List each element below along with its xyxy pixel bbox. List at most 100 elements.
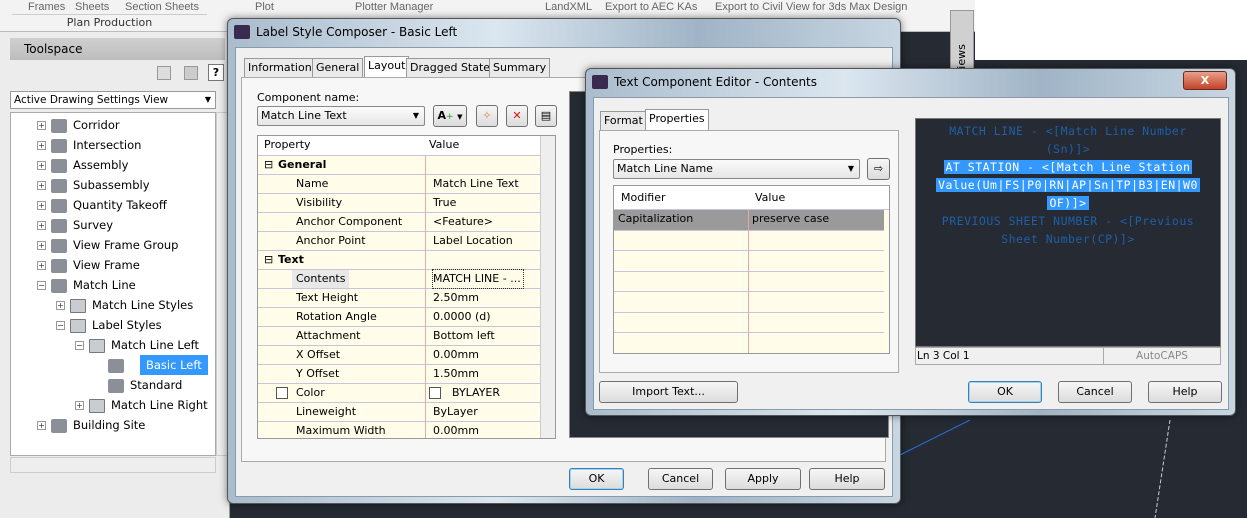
expand-toggle-icon[interactable]: + bbox=[37, 181, 46, 190]
ribbon-plotter-manager[interactable]: Plotter Manager bbox=[355, 1, 433, 13]
ribbon-landxml[interactable]: LandXML bbox=[545, 1, 592, 13]
property-row[interactable]: Contents MATCH LINE - ... bbox=[258, 269, 540, 289]
grid-scrollbar[interactable] bbox=[540, 136, 555, 438]
ribbon-plot[interactable]: Plot bbox=[255, 1, 274, 13]
expand-toggle-icon[interactable]: − bbox=[56, 321, 65, 330]
tree-item[interactable]: Standard bbox=[108, 375, 182, 395]
component-name-select[interactable]: Match Line Text ▼ bbox=[257, 106, 425, 126]
tree-item[interactable]: − Label Styles bbox=[56, 315, 162, 335]
tree-item[interactable]: + Building Site bbox=[37, 415, 145, 435]
property-row[interactable]: Rotation Angle 0.0000 (d) bbox=[258, 308, 540, 327]
property-row[interactable]: Lineweight ByLayer bbox=[258, 403, 540, 422]
view-select[interactable]: Active Drawing Settings View ▼ bbox=[10, 91, 216, 109]
tree-item[interactable]: + Survey bbox=[37, 215, 113, 235]
toolspace-grid-icon[interactable] bbox=[184, 66, 198, 80]
toolspace-tree-icon[interactable] bbox=[157, 66, 171, 80]
tab-general[interactable]: General bbox=[312, 58, 364, 77]
add-component-button[interactable]: A+ ▼ bbox=[433, 105, 467, 127]
cancel-button[interactable]: Cancel bbox=[1058, 381, 1132, 403]
draw-order-button[interactable]: ▤ bbox=[535, 105, 557, 127]
expand-toggle-icon[interactable]: + bbox=[37, 141, 46, 150]
ribbon-sheets[interactable]: Sheets bbox=[75, 1, 109, 13]
tab-information[interactable]: Information bbox=[244, 58, 316, 77]
property-value[interactable]: MATCH LINE - ... bbox=[432, 269, 524, 289]
property-value[interactable]: ByLayer bbox=[433, 403, 478, 421]
property-value[interactable]: <Feature> bbox=[433, 213, 493, 231]
ribbon-section-sheets[interactable]: Section Sheets bbox=[125, 1, 199, 13]
property-value[interactable]: Label Location bbox=[433, 232, 513, 250]
tree-item[interactable]: + Corridor bbox=[37, 115, 120, 135]
property-row[interactable]: Maximum Width 0.00mm bbox=[258, 422, 540, 438]
column-header[interactable]: Value bbox=[755, 186, 785, 210]
property-row[interactable]: Visibility True bbox=[258, 194, 540, 213]
modifier-value[interactable]: preserve case bbox=[752, 210, 829, 228]
text-editor-area[interactable]: MATCH LINE - <[Match Line Number (Sn)]> AT… bbox=[915, 118, 1221, 347]
insert-property-button[interactable]: ⇨ bbox=[867, 158, 890, 180]
property-row[interactable]: Anchor Point Label Location bbox=[258, 232, 540, 251]
help-button[interactable]: Help bbox=[1148, 381, 1222, 403]
color-swatch[interactable] bbox=[429, 387, 441, 399]
tree-item[interactable]: − Match Line Left bbox=[75, 335, 199, 355]
ribbon-export-aec[interactable]: Export to AEC KAs bbox=[605, 1, 697, 13]
expand-toggle-icon[interactable]: + bbox=[37, 421, 46, 430]
tree-item[interactable]: + View Frame Group bbox=[37, 235, 178, 255]
expand-toggle-icon[interactable]: − bbox=[75, 341, 84, 350]
autocaps-indicator[interactable]: AutoCAPS bbox=[1103, 348, 1220, 364]
tree-item[interactable]: − Match Line bbox=[37, 275, 136, 295]
property-row[interactable]: Y Offset 1.50mm bbox=[258, 365, 540, 384]
property-value[interactable]: True bbox=[433, 194, 456, 212]
expand-toggle-icon[interactable]: + bbox=[37, 221, 46, 230]
tab-summary[interactable]: Summary bbox=[489, 58, 551, 77]
property-row[interactable]: Attachment Bottom left bbox=[258, 327, 540, 346]
close-button[interactable]: X bbox=[1183, 71, 1227, 90]
properties-select[interactable]: Match Line Name ▼ bbox=[613, 159, 860, 179]
property-row[interactable]: Name Match Line Text bbox=[258, 175, 540, 194]
property-value[interactable]: BYLAYER bbox=[452, 384, 500, 402]
tree-horizontal-scrollbar[interactable] bbox=[10, 457, 216, 473]
tree-item[interactable]: + Match Line Right bbox=[75, 395, 208, 415]
property-value[interactable]: 2.50mm bbox=[433, 289, 479, 307]
expand-toggle-icon[interactable]: − bbox=[37, 281, 46, 290]
help-icon[interactable]: ? bbox=[208, 64, 224, 81]
group-row[interactable]: ⊟ Text bbox=[258, 251, 540, 270]
ok-button[interactable]: OK bbox=[569, 468, 624, 490]
tab-dragged-state[interactable]: Dragged State bbox=[406, 58, 495, 77]
property-row[interactable]: Text Height 2.50mm bbox=[258, 289, 540, 308]
delete-component-button[interactable]: ✕ bbox=[506, 105, 528, 127]
property-value[interactable]: 0.00mm bbox=[433, 346, 479, 364]
tab-layout[interactable]: Layout bbox=[364, 56, 410, 77]
collapse-icon[interactable]: ⊟ bbox=[264, 251, 273, 269]
tree-item[interactable]: + Assembly bbox=[37, 155, 128, 175]
property-value[interactable]: 1.50mm bbox=[433, 365, 479, 383]
column-header[interactable]: Modifier bbox=[621, 186, 665, 210]
help-button[interactable]: Help bbox=[809, 468, 885, 490]
tab-properties[interactable]: Properties bbox=[645, 109, 709, 130]
expand-toggle-icon[interactable]: + bbox=[37, 201, 46, 210]
group-row[interactable]: ⊟ General bbox=[258, 156, 540, 175]
tree-item[interactable]: + Subassembly bbox=[37, 175, 150, 195]
property-value[interactable]: Match Line Text bbox=[433, 175, 519, 193]
expand-toggle-icon[interactable]: + bbox=[37, 241, 46, 250]
apply-button[interactable]: Apply bbox=[725, 468, 801, 490]
property-value[interactable]: 0.0000 (d) bbox=[433, 308, 491, 326]
cancel-button[interactable]: Cancel bbox=[648, 468, 713, 490]
expand-toggle-icon[interactable]: + bbox=[37, 161, 46, 170]
tree-item[interactable]: + Intersection bbox=[37, 135, 141, 155]
expand-toggle-icon[interactable]: + bbox=[37, 121, 46, 130]
collapse-icon[interactable]: ⊟ bbox=[264, 156, 273, 174]
tree-item[interactable]: + Quantity Takeoff bbox=[37, 195, 167, 215]
tree-item[interactable]: + Match Line Styles bbox=[56, 295, 193, 315]
tree-item[interactable]: + View Frame bbox=[37, 255, 140, 275]
copy-component-button[interactable]: ✧ bbox=[476, 105, 498, 127]
property-row[interactable]: Anchor Component <Feature> bbox=[258, 213, 540, 232]
property-row[interactable]: X Offset 0.00mm bbox=[258, 346, 540, 365]
ok-button[interactable]: OK bbox=[968, 381, 1042, 403]
expand-toggle-icon[interactable]: + bbox=[56, 301, 65, 310]
import-text-button[interactable]: Import Text... bbox=[599, 381, 738, 403]
column-header[interactable]: Value bbox=[429, 136, 459, 154]
property-value[interactable]: 0.00mm bbox=[433, 422, 479, 438]
expand-toggle-icon[interactable]: + bbox=[75, 401, 84, 410]
expand-toggle-icon[interactable]: + bbox=[37, 261, 46, 270]
property-row[interactable]: Color BYLAYER bbox=[258, 384, 540, 403]
ribbon-export-civil-view[interactable]: Export to Civil View for 3ds Max Design bbox=[715, 1, 907, 13]
